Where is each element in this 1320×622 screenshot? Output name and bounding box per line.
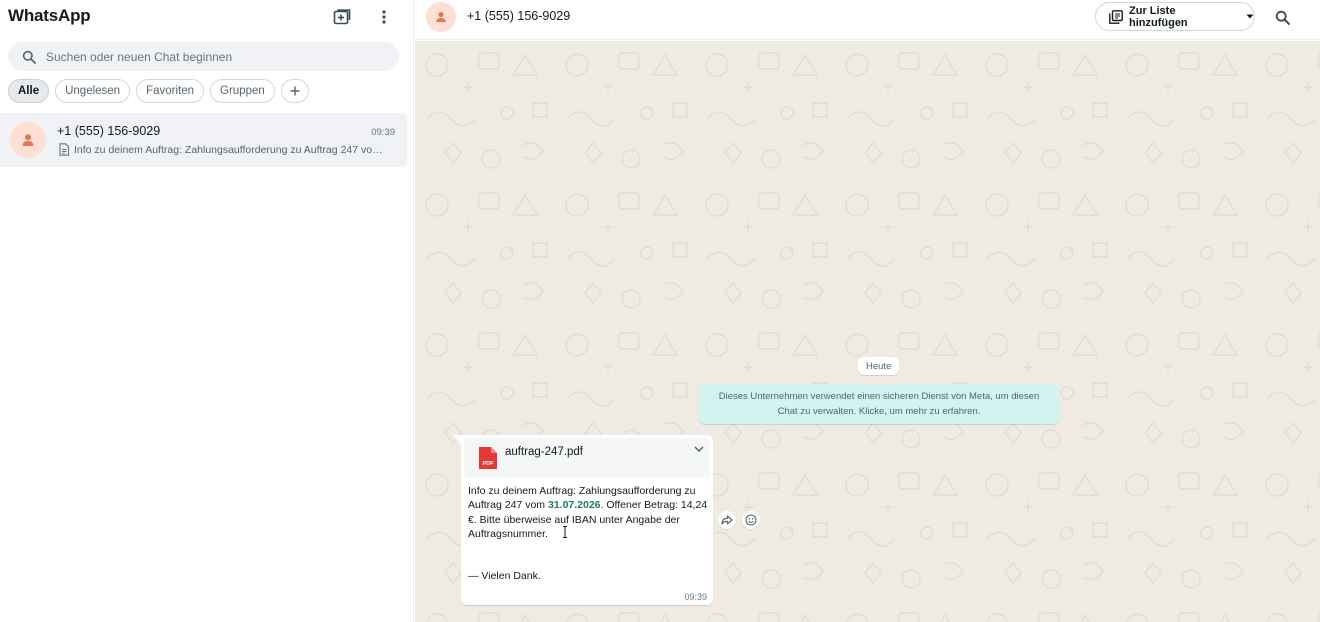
message-time: 09:39: [684, 592, 707, 602]
plus-icon: [290, 86, 300, 96]
list-icon: [1109, 9, 1123, 24]
chat-name: +1 (555) 156-9029: [57, 124, 161, 138]
add-filter-button[interactable]: [280, 79, 309, 103]
person-icon: [436, 12, 446, 23]
date-divider: Heute: [858, 357, 900, 375]
chat-time: 09:39: [371, 127, 395, 138]
new-chat-icon[interactable]: [329, 4, 355, 30]
contact-name[interactable]: +1 (555) 156-9029: [467, 9, 570, 23]
file-name: auftrag-247.pdf: [505, 446, 584, 458]
add-to-list-button[interactable]: Zur Liste hinzufügen: [1095, 2, 1255, 31]
filter-chip-ungelesen[interactable]: Ungelesen: [55, 79, 131, 103]
text-cursor-icon: [563, 526, 567, 538]
caret-down-icon: [1246, 14, 1254, 19]
filter-chip-alle[interactable]: Alle: [8, 79, 50, 103]
pdf-icon: PDF: [479, 447, 497, 469]
forward-icon[interactable]: [718, 511, 736, 529]
system-message[interactable]: Dieses Unternehmen verwendet einen siche…: [699, 384, 1059, 424]
app-title: WhatsApp: [8, 6, 91, 25]
search-icon: [21, 49, 37, 65]
filter-chips: Alle Ungelesen Favoriten Gruppen: [8, 79, 309, 103]
emoji-icon[interactable]: [742, 511, 760, 529]
chat-list-item[interactable]: +1 (555) 156-9029 09:39 Info zu deinem A…: [0, 113, 407, 167]
filter-chip-gruppen[interactable]: Gruppen: [210, 79, 275, 103]
contact-avatar[interactable]: [426, 2, 456, 32]
sidebar: WhatsApp Alle Ungelesen: [0, 0, 414, 622]
chat-header: +1 (555) 156-9029 Zur Liste hinzufügen: [415, 0, 1320, 40]
message-area[interactable]: Heute Dieses Unternehmen verwendet einen…: [415, 41, 1320, 622]
sidebar-header: WhatsApp: [0, 0, 414, 34]
filter-chip-favoriten[interactable]: Favoriten: [136, 79, 205, 103]
search-bar[interactable]: [8, 42, 399, 71]
chevron-down-icon[interactable]: [692, 442, 706, 456]
add-to-list-label: Zur Liste hinzufügen: [1129, 4, 1188, 29]
document-attachment[interactable]: PDF auftrag-247.pdf: [464, 438, 710, 478]
avatar: [10, 122, 46, 158]
document-icon: [58, 143, 70, 156]
pdf-type-label: PDF: [483, 461, 495, 467]
chat-search-icon[interactable]: [1271, 6, 1293, 28]
chat-preview: Info zu deinem Auftrag: Zahlungsaufforde…: [58, 143, 388, 156]
message-sign-off: — Vielen Dank.: [468, 570, 541, 582]
incoming-message[interactable]: PDF auftrag-247.pdf Info zu deinem Auftr…: [461, 435, 713, 605]
chat-preview-text: Info zu deinem Auftrag: Zahlungsaufforde…: [74, 143, 383, 156]
more-vertical-icon[interactable]: [371, 4, 397, 30]
person-icon: [22, 134, 34, 146]
message-date-link[interactable]: 31.07.2026: [548, 499, 601, 511]
message-text: Info zu deinem Auftrag: Zahlungsaufforde…: [468, 484, 708, 542]
chat-panel: +1 (555) 156-9029 Zur Liste hinzufügen H…: [415, 0, 1320, 622]
search-input[interactable]: [46, 49, 376, 64]
